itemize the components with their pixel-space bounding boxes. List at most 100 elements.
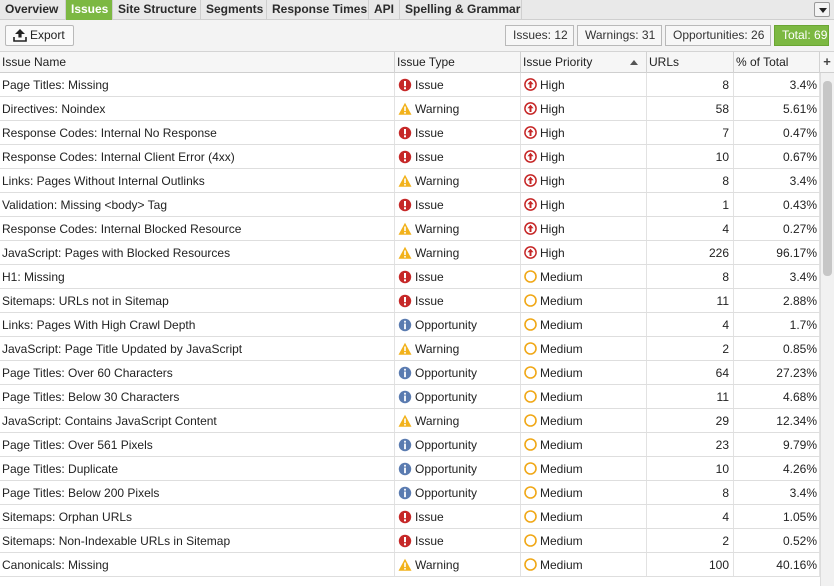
high-priority-icon [524,246,537,259]
tab-segments[interactable]: Segments [201,0,267,20]
issue-priority-cell: Medium [521,433,647,456]
add-column-button[interactable]: + [820,52,834,73]
percent-of-total-cell: 3.4% [734,265,820,288]
export-button[interactable]: Export [5,25,74,46]
table-row[interactable]: Page Titles: Over 60 Characters Opportuni… [0,361,820,385]
issue-name-cell: Page Titles: Over 561 Pixels [0,433,395,456]
error-icon [398,78,412,92]
tab-site-structure[interactable]: Site Structure [113,0,201,20]
issue-name-cell: Directives: Noindex [0,97,395,120]
issue-type-label: Opportunity [415,390,478,404]
issue-priority-cell: Medium [521,457,647,480]
table-row[interactable]: Page Titles: Duplicate Opportunity Medium 1… [0,457,820,481]
opportunities-count-badge[interactable]: Opportunities: 26 [665,25,771,46]
issue-type-label: Issue [415,126,444,140]
table-row[interactable]: Page Titles: Missing Issue High 8 3.4% [0,73,820,97]
column-header-issue-name[interactable]: Issue Name [0,52,395,73]
issue-type-cell: Opportunity [395,457,521,480]
table-row[interactable]: Page Titles: Over 561 Pixels Opportunity M… [0,433,820,457]
export-label: Export [30,28,65,42]
table-row[interactable]: Sitemaps: Non-Indexable URLs in Sitemap I… [0,529,820,553]
issue-type-label: Issue [415,78,444,92]
table-row[interactable]: Response Codes: Internal Blocked Resourc… [0,217,820,241]
issue-name-cell: Response Codes: Internal Client Error (4… [0,145,395,168]
issue-name-cell: Sitemaps: Orphan URLs [0,505,395,528]
issue-priority-cell: High [521,121,647,144]
warning-icon [398,222,412,235]
issues-count-badge[interactable]: Issues: 12 [505,25,574,46]
table-row[interactable]: JavaScript: Pages with Blocked Resources… [0,241,820,265]
table-row[interactable]: Response Codes: Internal No Response Issu… [0,121,820,145]
high-priority-icon [524,222,537,235]
issue-priority-label: High [540,102,565,116]
table-row[interactable]: Page Titles: Below 200 Pixels Opportunity… [0,481,820,505]
urls-cell: 4 [647,505,734,528]
table-row[interactable]: Sitemaps: URLs not in Sitemap Issue Medium… [0,289,820,313]
issue-name-cell: JavaScript: Contains JavaScript Content [0,409,395,432]
table-row[interactable]: Validation: Missing <body> Tag Issue High 1… [0,193,820,217]
warning-icon [398,246,412,259]
high-priority-icon [524,78,537,91]
percent-of-total-cell: 96.17% [734,241,820,264]
table-row[interactable]: Links: Pages With High Crawl Depth Opport… [0,313,820,337]
table-row[interactable]: Canonicals: Missing Warning Medium 100 40.16… [0,553,820,577]
percent-of-total-cell: 0.85% [734,337,820,360]
issue-priority-label: Medium [540,390,583,404]
issue-priority-cell: High [521,97,647,120]
table-row[interactable]: Links: Pages Without Internal Outlinks Wa… [0,169,820,193]
medium-priority-icon [524,390,537,403]
column-header-urls[interactable]: URLs [647,52,734,73]
urls-cell: 2 [647,337,734,360]
warning-icon [398,174,412,187]
issue-priority-label: Medium [540,510,583,524]
issue-name-cell: H1: Missing [0,265,395,288]
issue-priority-label: Medium [540,294,583,308]
warnings-count-badge[interactable]: Warnings: 31 [577,25,662,46]
issue-type-label: Warning [415,222,460,236]
issue-type-cell: Issue [395,265,521,288]
tab-response-times[interactable]: Response Times [267,0,369,20]
column-header-issue-type[interactable]: Issue Type [395,52,521,73]
urls-cell: 100 [647,553,734,576]
tab-overflow-dropdown-button[interactable] [814,2,830,17]
issue-name-cell: Canonicals: Missing [0,553,395,576]
issue-priority-cell: Medium [521,505,647,528]
table-row[interactable]: Directives: Noindex Warning High 58 5.61% [0,97,820,121]
table-row[interactable]: Page Titles: Below 30 Characters Opportun… [0,385,820,409]
percent-of-total-cell: 40.16% [734,553,820,576]
issue-type-cell: Issue [395,505,521,528]
medium-priority-icon [524,294,537,307]
issue-priority-cell: Medium [521,385,647,408]
total-count-badge[interactable]: Total: 69 [774,25,829,46]
tab-issues[interactable]: Issues [66,0,113,20]
scrollbar-thumb[interactable] [823,81,832,276]
table-header: Issue Name Issue Type Issue Priority URL… [0,52,834,73]
column-header-percent-of-total[interactable]: % of Total [734,52,820,73]
tab-api[interactable]: API [369,0,400,20]
table-row[interactable]: JavaScript: Contains JavaScript Content W… [0,409,820,433]
medium-priority-icon [524,486,537,499]
issue-type-cell: Opportunity [395,433,521,456]
column-header-issue-priority[interactable]: Issue Priority [521,52,647,73]
table-row[interactable]: Response Codes: Internal Client Error (4… [0,145,820,169]
issue-name-cell: Page Titles: Missing [0,73,395,96]
urls-cell: 8 [647,73,734,96]
medium-priority-icon [524,462,537,475]
toolbar: Export Issues: 12 Warnings: 31 Opportuni… [0,20,834,52]
table-row[interactable]: JavaScript: Page Title Updated by JavaSc… [0,337,820,361]
issue-priority-cell: High [521,241,647,264]
urls-cell: 7 [647,121,734,144]
percent-of-total-cell: 0.67% [734,145,820,168]
issue-name-cell: Sitemaps: Non-Indexable URLs in Sitemap [0,529,395,552]
issue-priority-cell: High [521,193,647,216]
issue-type-cell: Issue [395,193,521,216]
issue-priority-cell: Medium [521,289,647,312]
table-row[interactable]: Sitemaps: Orphan URLs Issue Medium 4 1.05% [0,505,820,529]
tab-spelling-grammar[interactable]: Spelling & Grammar [400,0,522,20]
table-row[interactable]: H1: Missing Issue Medium 8 3.4% [0,265,820,289]
tab-overview[interactable]: Overview [0,0,66,20]
issue-type-cell: Warning [395,337,521,360]
vertical-scrollbar[interactable] [820,73,834,586]
urls-cell: 2 [647,529,734,552]
issue-type-cell: Opportunity [395,361,521,384]
